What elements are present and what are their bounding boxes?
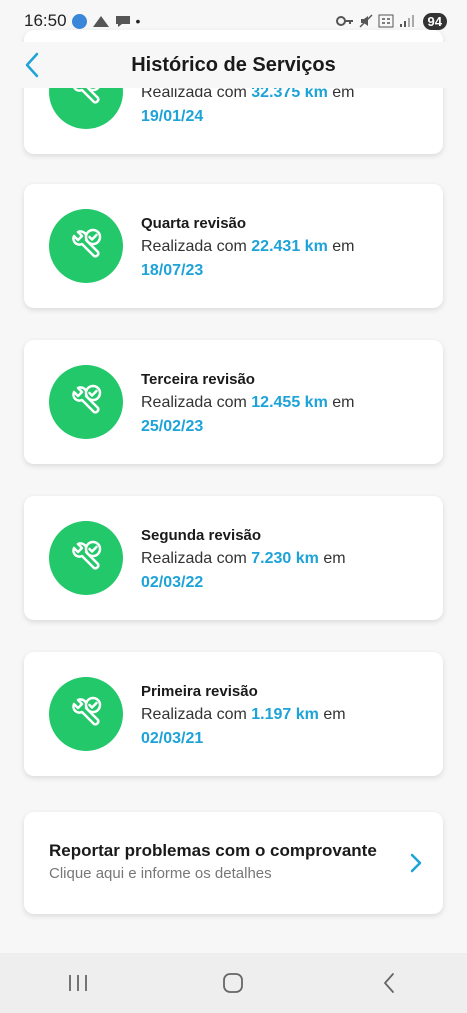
recent-apps-icon	[68, 975, 87, 991]
chevron-right-icon	[410, 853, 422, 873]
service-mileage-line: Realizada com 1.197 km em	[141, 702, 431, 727]
recent-apps-button[interactable]	[48, 961, 108, 1005]
service-line-prefix: Realizada com	[141, 550, 247, 567]
wrench-check-icon	[49, 677, 123, 751]
report-subtitle: Clique aqui e informe os detalhes	[49, 865, 272, 882]
service-mileage-line: Realizada com 12.455 km em	[141, 390, 431, 415]
service-card-segunda[interactable]: Segunda revisão Realizada com 7.230 km e…	[24, 496, 443, 620]
app-header: Histórico de Serviços	[0, 42, 467, 88]
page-title: Histórico de Serviços	[131, 53, 336, 76]
back-arrow-icon[interactable]	[18, 50, 48, 80]
service-line-suffix: em	[323, 706, 346, 723]
home-button[interactable]	[203, 961, 263, 1005]
service-card-primeira[interactable]: Primeira revisão Realizada com 1.197 km …	[24, 652, 443, 776]
service-date: 02/03/22	[141, 574, 204, 591]
service-km: 22.431 km	[251, 238, 328, 255]
service-line-suffix: em	[323, 550, 346, 567]
service-date: 02/03/21	[141, 730, 204, 747]
service-title: Quarta revisão	[141, 215, 247, 232]
service-km: 7.230 km	[251, 550, 319, 567]
service-mileage-line: Realizada com 22.431 km em	[141, 234, 431, 259]
service-date: 18/07/23	[141, 262, 204, 279]
service-line-suffix: em	[332, 238, 355, 255]
service-line-suffix: em	[332, 394, 355, 411]
service-text: Primeira revisão Realizada com 1.197 km …	[141, 682, 431, 751]
system-back-icon	[384, 973, 395, 993]
service-line-prefix: Realizada com	[141, 238, 247, 255]
service-history-list[interactable]: Realizada com 32.375 km em 19/01/24 Quar…	[0, 0, 467, 953]
service-mileage-line: Realizada com 7.230 km em	[141, 546, 431, 571]
service-km: 12.455 km	[251, 394, 328, 411]
service-card-terceira[interactable]: Terceira revisão Realizada com 12.455 km…	[24, 340, 443, 464]
wrench-check-icon	[49, 521, 123, 595]
service-title: Terceira revisão	[141, 371, 255, 388]
service-line-prefix: Realizada com	[141, 394, 247, 411]
report-title: Reportar problemas com o comprovante	[49, 841, 377, 860]
report-problem-button[interactable]: Reportar problemas com o comprovante Cli…	[24, 812, 443, 914]
service-date: 25/02/23	[141, 418, 204, 435]
wrench-check-icon	[49, 365, 123, 439]
system-back-button[interactable]	[359, 961, 419, 1005]
service-line-prefix: Realizada com	[141, 706, 247, 723]
service-title: Segunda revisão	[141, 527, 262, 544]
service-km: 1.197 km	[251, 706, 319, 723]
home-icon	[223, 973, 244, 993]
service-card-quarta[interactable]: Quarta revisão Realizada com 22.431 km e…	[24, 184, 443, 308]
service-text: Quarta revisão Realizada com 22.431 km e…	[141, 214, 431, 283]
wrench-check-icon	[49, 209, 123, 283]
service-date: 19/01/24	[141, 108, 204, 125]
service-text: Terceira revisão Realizada com 12.455 km…	[141, 370, 431, 439]
service-text: Segunda revisão Realizada com 7.230 km e…	[141, 526, 431, 595]
system-nav-bar	[0, 953, 467, 1013]
service-title: Primeira revisão	[141, 683, 258, 700]
